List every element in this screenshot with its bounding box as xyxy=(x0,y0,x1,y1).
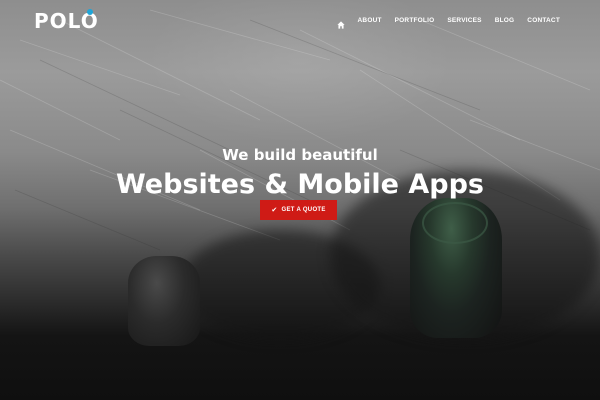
skate-shoe-left xyxy=(128,256,200,346)
hero-subtitle: We build beautiful xyxy=(222,146,378,164)
hero-section: POLO ABOUT PORTFOLIO SERVICES BLOG CONTA… xyxy=(0,0,600,400)
nav-item-blog[interactable]: BLOG xyxy=(495,17,515,24)
logo-dot xyxy=(87,9,93,15)
main-nav: ABOUT PORTFOLIO SERVICES BLOG CONTACT xyxy=(336,16,560,29)
check-icon: ✔ xyxy=(271,207,278,214)
shoe-toe-cap xyxy=(422,202,488,244)
hero-title: Websites & Mobile Apps xyxy=(115,169,484,200)
get-quote-button[interactable]: ✔ GET A QUOTE xyxy=(260,200,337,220)
nav-item-services[interactable]: SERVICES xyxy=(447,17,481,24)
nav-item-about[interactable]: ABOUT xyxy=(358,17,382,24)
get-quote-label: GET A QUOTE xyxy=(281,207,326,213)
skate-shoe-right xyxy=(410,198,502,338)
hero-content: We build beautiful Websites & Mobile App… xyxy=(0,145,600,203)
home-icon[interactable] xyxy=(336,16,345,29)
nav-item-portfolio[interactable]: PORTFOLIO xyxy=(395,17,435,24)
nav-item-contact[interactable]: CONTACT xyxy=(527,17,560,24)
